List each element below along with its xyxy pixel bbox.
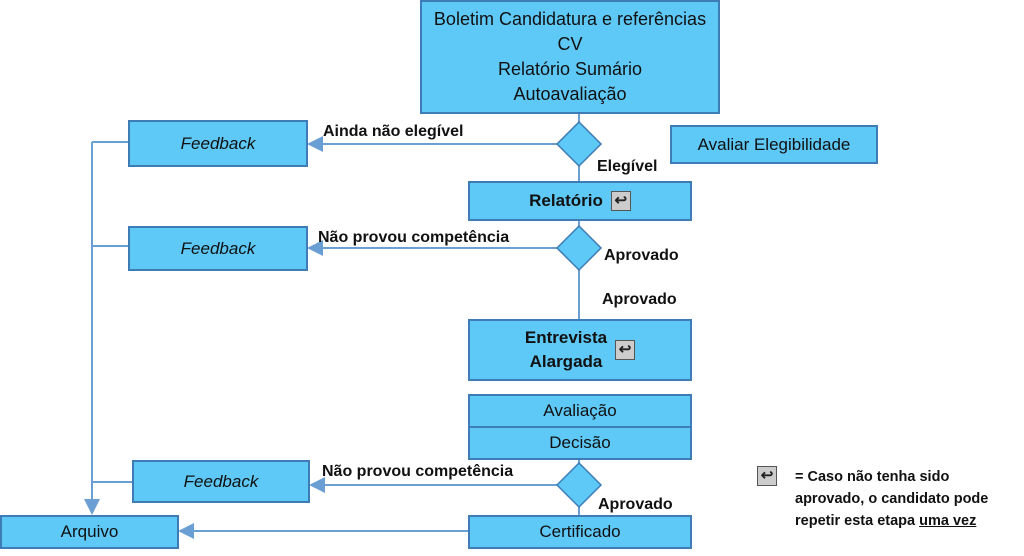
feedback-label: Feedback (183, 471, 259, 491)
avaliar-elegibilidade-box: Avaliar Elegibilidade (670, 125, 878, 164)
label-ainda-nao-elegivel: Ainda não elegível (323, 123, 464, 140)
legend-emphasis: uma vez (919, 513, 977, 529)
entrevista-box: Entrevista Alargada ↩ (468, 319, 692, 381)
arquivo-box: Arquivo (0, 515, 179, 549)
documents-box: Boletim Candidatura e referências CV Rel… (420, 0, 720, 114)
label-nao-provou-1: Não provou competência (318, 229, 510, 246)
repeat-return-icon: ↩ (615, 340, 636, 360)
relatorio-label: Relatório (529, 191, 603, 210)
decision-diamond-2 (555, 224, 603, 272)
legend-repeat-icon: ↩ (757, 466, 777, 486)
repeat-return-icon: ↩ (610, 191, 631, 211)
feedback-box-2: Feedback (128, 226, 308, 271)
legend: = Caso não tenha sido aprovado, o candid… (795, 466, 988, 532)
doc-line: Autoavaliação (513, 84, 627, 104)
doc-line: Boletim Candidatura e referências (433, 9, 707, 29)
feedback-label: Feedback (180, 238, 256, 258)
decisao-label: Decisão (549, 433, 611, 452)
decision-diamond-3 (555, 461, 603, 509)
avaliacao-label: Avaliação (543, 401, 617, 420)
arquivo-label: Arquivo (60, 522, 119, 541)
entrevista-label: Alargada (529, 352, 603, 371)
doc-line: Relatório Sumário (497, 59, 643, 79)
feedback-box-1: Feedback (128, 120, 308, 167)
avaliacao-box: Avaliação (468, 394, 692, 428)
feedback-label: Feedback (180, 133, 256, 153)
decisao-box: Decisão (468, 426, 692, 460)
entrevista-label: Entrevista (524, 328, 608, 347)
legend-line: repetir esta etapa (795, 513, 920, 529)
label-aprovado-2: Aprovado (602, 291, 677, 308)
feedback-box-3: Feedback (132, 460, 310, 503)
certificado-box: Certificado (468, 515, 692, 549)
label-elegivel: Elegível (597, 158, 658, 175)
label-nao-provou-2: Não provou competência (322, 463, 514, 480)
legend-line: = Caso não tenha sido (795, 469, 950, 485)
label-aprovado-3: Aprovado (598, 496, 673, 513)
doc-line: CV (557, 34, 583, 54)
decision-diamond-1 (555, 120, 603, 168)
avaliar-label: Avaliar Elegibilidade (697, 134, 851, 154)
legend-line: aprovado, o candidato pode (795, 491, 989, 507)
relatorio-box: Relatório ↩ (468, 181, 692, 221)
label-aprovado-1: Aprovado (604, 247, 679, 264)
certificado-label: Certificado (539, 522, 621, 541)
